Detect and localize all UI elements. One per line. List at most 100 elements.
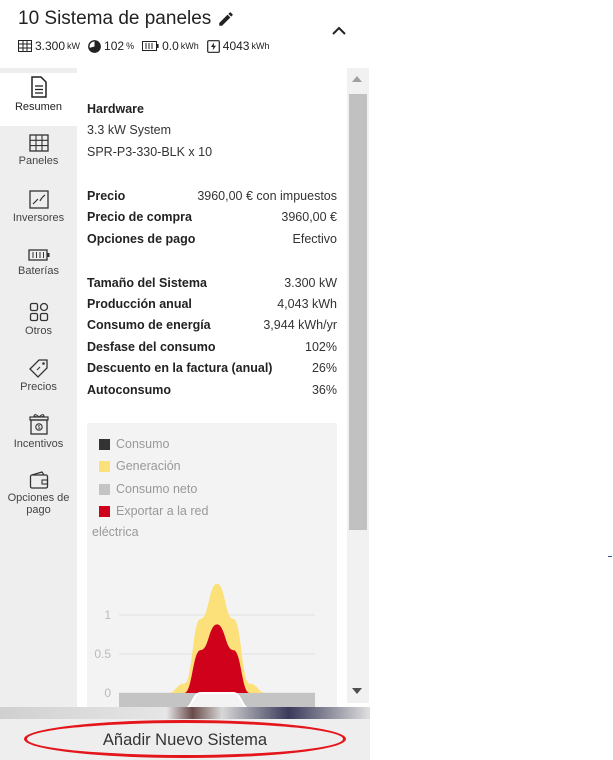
panel-grid-icon bbox=[18, 40, 32, 52]
offset-pie-icon bbox=[88, 39, 101, 53]
nav-item-incentivos[interactable]: $ Incentivos bbox=[0, 413, 77, 463]
purchase-price-label: Precio de compra bbox=[87, 210, 192, 224]
stat-offset-value: 102 bbox=[104, 39, 125, 53]
energy-consumption-value: 3,944 kWh/yr bbox=[263, 318, 337, 332]
legend-label-generacion: Generación bbox=[116, 459, 181, 473]
legend-item: Consumo bbox=[99, 437, 170, 451]
stat-battery-unit: kWh bbox=[180, 41, 199, 51]
system-title: 10 Sistema de paneles bbox=[18, 8, 212, 29]
stat-battery: 0.0 kWh bbox=[142, 39, 199, 53]
consumption-offset-label: Desfase del consumo bbox=[87, 340, 216, 354]
legend-swatch-consumo bbox=[99, 438, 110, 450]
nav-label-precios: Precios bbox=[20, 381, 57, 393]
apps-grid-icon bbox=[29, 302, 48, 322]
nav-item-paneles[interactable]: Paneles bbox=[0, 134, 77, 184]
energy-chart-plot: eléctrica10.50-0.5-1 bbox=[92, 525, 315, 708]
legend-swatch-consumo-neto bbox=[99, 483, 110, 495]
gift-icon: $ bbox=[28, 414, 49, 435]
payment-options-value: Efectivo bbox=[292, 232, 337, 246]
wallet-icon bbox=[29, 471, 48, 489]
purchase-price-value: 3960,00 € bbox=[281, 210, 337, 224]
stat-size-unit: kW bbox=[67, 41, 81, 51]
stat-size-value: 3.300 bbox=[35, 39, 66, 53]
stat-offset-unit: % bbox=[126, 41, 135, 51]
edit-pencil-icon[interactable] bbox=[217, 10, 235, 28]
consumption-offset-value: 102% bbox=[305, 340, 337, 354]
battery-icon bbox=[142, 41, 159, 51]
stat-battery-value: 0.0 bbox=[162, 39, 179, 53]
self-consumption-value: 36% bbox=[311, 383, 337, 397]
system-stats: 3.300 kW 102% 0.0 kWh 4043 kWh bbox=[18, 39, 277, 53]
svg-text:$: $ bbox=[37, 425, 40, 431]
title-row: 10 Sistema de paneles bbox=[18, 8, 235, 30]
y-axis-label: eléctrica bbox=[92, 525, 139, 539]
price-tag-icon bbox=[28, 359, 48, 378]
pricing-row: Precio de compra 3960,00 € bbox=[87, 210, 337, 224]
pricing-row: Opciones de pago Efectivo bbox=[87, 232, 337, 246]
map-marker-fragment bbox=[608, 556, 612, 557]
stat-production-unit: kWh bbox=[251, 41, 270, 51]
grid-export-area bbox=[119, 624, 315, 693]
map-background-strip bbox=[0, 707, 370, 719]
scroll-thumb[interactable] bbox=[349, 94, 367, 530]
side-nav: Resumen Paneles Inversores Baterías Otro… bbox=[0, 68, 77, 708]
stat-production: 4043 kWh bbox=[206, 39, 270, 53]
legend-swatch-exportar bbox=[99, 505, 110, 517]
panel-model: SPR-P3-330-BLK x 10 bbox=[87, 145, 213, 159]
y-tick-label: 0 bbox=[104, 686, 111, 700]
metric-row: Tamaño del Sistema 3.300 kW bbox=[87, 276, 337, 290]
legend-item: Exportar a la red bbox=[99, 504, 208, 518]
document-icon bbox=[30, 76, 47, 98]
system-size-label: Tamaño del Sistema bbox=[87, 276, 207, 290]
payment-options-label: Opciones de pago bbox=[87, 232, 196, 246]
scroll-up-arrow-icon[interactable] bbox=[352, 76, 362, 82]
metric-row: Desfase del consumo 102% bbox=[87, 340, 337, 354]
energy-chart: Consumo Generación Consumo neto Exportar… bbox=[87, 423, 337, 708]
system-name: 3.3 kW System bbox=[87, 123, 172, 137]
nav-label-otros: Otros bbox=[25, 325, 52, 337]
nav-label-incentivos: Incentivos bbox=[13, 438, 64, 450]
system-header: 10 Sistema de paneles 3.300 kW 102% 0.0 … bbox=[0, 0, 370, 68]
y-tick-label: 1 bbox=[104, 608, 111, 622]
nav-label-opciones-de-pago: Opciones de pago bbox=[7, 492, 70, 516]
metric-row: Autoconsumo 36% bbox=[87, 383, 337, 397]
annual-production-label: Producción anual bbox=[87, 297, 192, 311]
metric-row: Descuento en la factura (anual) 26% bbox=[87, 361, 337, 375]
legend-label-consumo-neto: Consumo neto bbox=[116, 482, 198, 496]
legend-label-consumo: Consumo bbox=[116, 437, 170, 451]
scroll-down-arrow-icon[interactable] bbox=[352, 688, 362, 694]
panel-scrollbar[interactable] bbox=[347, 68, 369, 703]
nav-item-resumen[interactable]: Resumen bbox=[0, 73, 77, 126]
collapse-chevron-icon[interactable] bbox=[330, 24, 348, 38]
legend-item: Consumo neto bbox=[99, 482, 197, 496]
nav-label-inversores: Inversores bbox=[12, 212, 65, 224]
self-consumption-label: Autoconsumo bbox=[87, 383, 172, 397]
net-consumption-area bbox=[119, 693, 315, 708]
legend-item: Generación bbox=[99, 459, 181, 473]
system-size-value: 3.300 kW bbox=[284, 276, 337, 290]
nav-item-otros[interactable]: Otros bbox=[0, 302, 77, 352]
hardware-heading: Hardware bbox=[87, 102, 144, 116]
inverter-icon bbox=[28, 190, 49, 209]
energy-consumption-label: Consumo de energía bbox=[87, 318, 211, 332]
stat-production-value: 4043 bbox=[222, 39, 250, 53]
price-label: Precio bbox=[87, 189, 126, 203]
add-system-bar: Añadir Nuevo Sistema bbox=[0, 719, 370, 760]
nav-item-precios[interactable]: Precios bbox=[0, 358, 77, 408]
pricing-row: Precio 3960,00 € con impuestos bbox=[87, 189, 337, 203]
annual-production-value: 4,043 kWh bbox=[277, 297, 337, 311]
bill-discount-value: 26% bbox=[311, 361, 337, 375]
battery-icon bbox=[27, 249, 49, 261]
nav-label-baterias: Baterías bbox=[18, 265, 59, 277]
add-new-system-button[interactable]: Añadir Nuevo Sistema bbox=[0, 719, 370, 760]
nav-item-inversores[interactable]: Inversores bbox=[0, 190, 77, 240]
nav-item-baterias[interactable]: Baterías bbox=[0, 248, 77, 298]
y-tick-label: 0.5 bbox=[94, 647, 111, 661]
nav-item-opciones-de-pago[interactable]: Opciones de pago bbox=[0, 471, 77, 531]
stat-size: 3.300 kW bbox=[18, 39, 80, 53]
summary-panel: Hardware 3.3 kW System SPR-P3-330-BLK x … bbox=[77, 68, 347, 708]
legend-label-exportar: Exportar a la red bbox=[116, 504, 209, 518]
energy-bolt-icon bbox=[206, 39, 220, 53]
nav-label-paneles: Paneles bbox=[18, 155, 59, 167]
price-value: 3960,00 € con impuestos bbox=[197, 189, 337, 203]
